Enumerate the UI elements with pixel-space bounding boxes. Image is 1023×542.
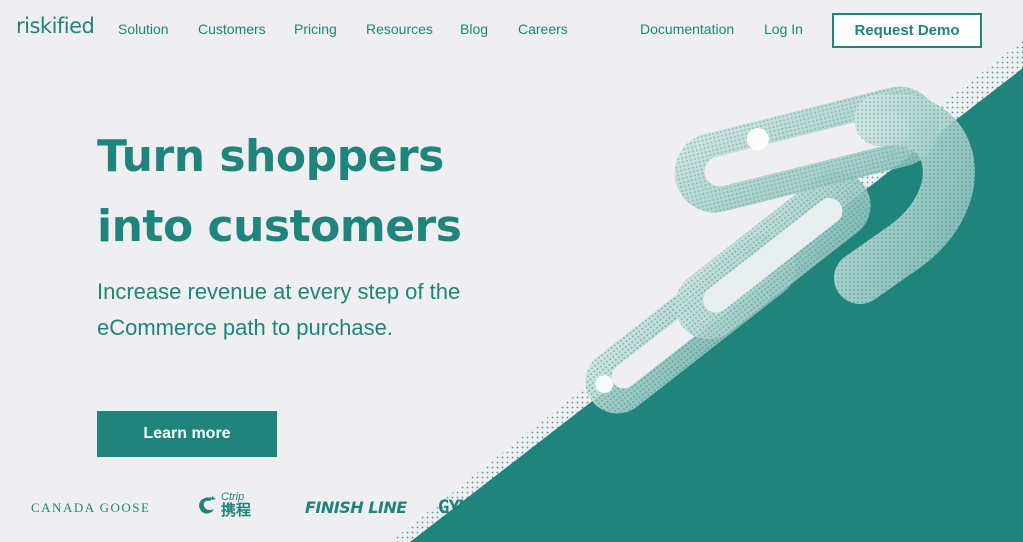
top-navigation: riskified Solution Customers Pricing Res… — [0, 0, 1023, 60]
nav-link-customers[interactable]: Customers — [198, 21, 266, 37]
nav-link-documentation[interactable]: Documentation — [640, 21, 734, 37]
nav-link-blog[interactable]: Blog — [460, 21, 488, 37]
nav-link-pricing[interactable]: Pricing — [294, 21, 337, 37]
hero-subheadline: Increase revenue at every step of the eC… — [97, 274, 537, 346]
nav-link-solution[interactable]: Solution — [118, 21, 169, 37]
subhead-line-2: eCommerce path to purchase. — [97, 315, 393, 340]
login-link[interactable]: Log In — [764, 21, 803, 37]
ctrip-logo: Ctrip 携程 — [196, 492, 251, 519]
request-demo-button[interactable]: Request Demo — [832, 13, 982, 48]
canada-goose-logo: CANADA GOOSE — [31, 500, 151, 515]
dolphin-icon — [199, 495, 216, 514]
riskified-logo[interactable]: riskified — [16, 14, 95, 38]
customer-logos: CANADA GOOSE Ctrip 携程 FINISH LINE GYMSH — [0, 488, 1023, 528]
gymshark-logo: GYMSH — [438, 496, 491, 518]
headline-line-2: into customers — [97, 201, 462, 252]
chain-links-illustration — [390, 40, 1023, 542]
headline-line-1: Turn shoppers — [97, 131, 444, 182]
ctrip-cjk-text: 携程 — [221, 502, 252, 519]
finish-line-logo: FINISH LINE — [305, 498, 407, 517]
subhead-line-1: Increase revenue at every step of the — [97, 279, 461, 304]
learn-more-button[interactable]: Learn more — [97, 411, 277, 457]
nav-link-resources[interactable]: Resources — [366, 21, 433, 37]
nav-link-careers[interactable]: Careers — [518, 21, 568, 37]
hero-headline: Turn shoppers into customers — [97, 122, 577, 262]
